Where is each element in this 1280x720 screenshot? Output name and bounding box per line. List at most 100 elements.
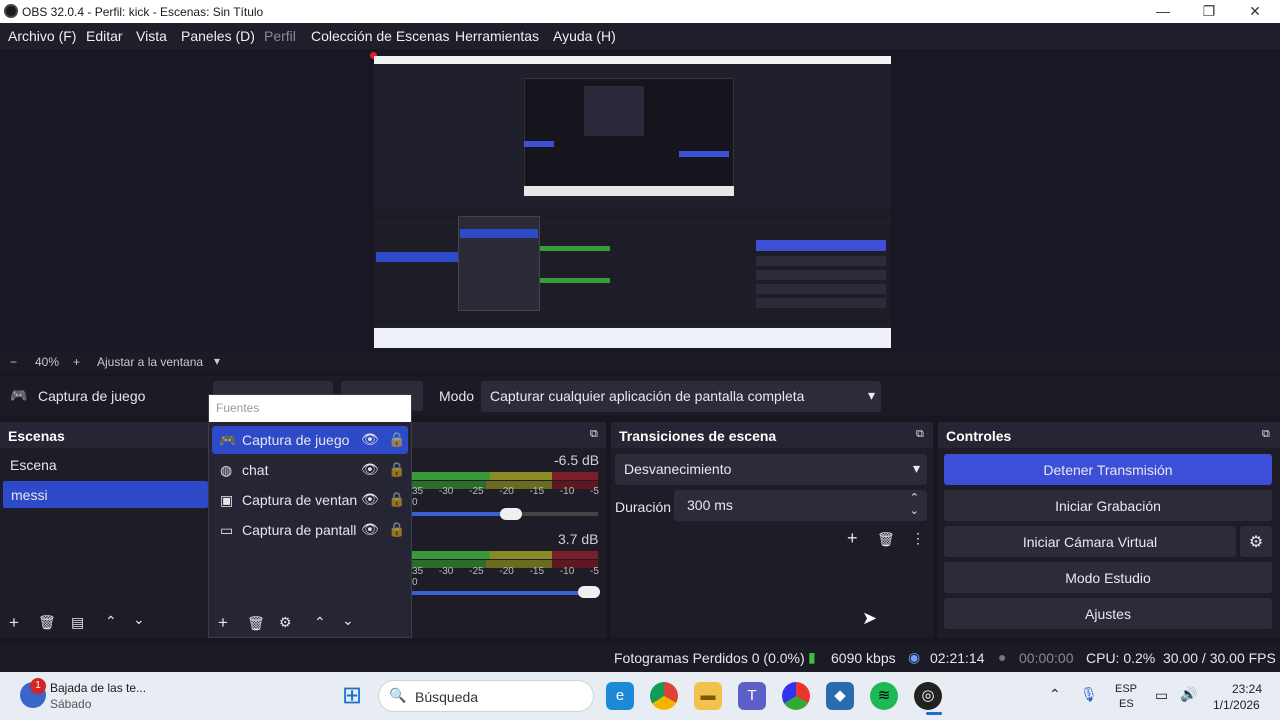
gamepad-icon: 🎮 [10,387,28,403]
menu-paneles[interactable]: Paneles (D) [181,28,255,44]
scene-item[interactable]: Escena [10,457,57,473]
mode-select[interactable]: Capturar cualquier aplicación de pantall… [481,381,881,412]
mode-label: Modo [439,388,475,404]
cursor-icon: ➤ [862,608,878,628]
chrome-icon[interactable] [650,682,678,710]
selected-source-name: Captura de juego [38,388,146,404]
trash-icon[interactable]: 🗑 [247,615,265,632]
menu-bar: Archivo (F) Editar Vista Paneles (D) Per… [0,23,1280,49]
windows-start-icon[interactable]: ⊞ [338,682,366,710]
studio-mode-button[interactable]: Modo Estudio [944,562,1272,593]
notification-title[interactable]: Bajada de las te... [50,681,146,695]
menu-archivo[interactable]: Archivo (F) [8,28,76,44]
filters-icon[interactable]: ▤ [71,614,84,631]
eye-icon[interactable]: 👁 [361,461,379,478]
float-dock-icon[interactable]: ⧉ [1262,428,1270,441]
up-arrow-icon[interactable]: ⌃ [105,613,117,630]
menu-perfil[interactable]: Perfil [264,28,296,44]
source-toolbar: 🎮 Captura de juego Modo Capturar cualqui… [0,376,1280,416]
close-icon[interactable]: ✕ [1240,2,1270,20]
language-primary[interactable]: ESP [1115,683,1137,695]
search-box[interactable]: 🔍 Búsqueda [378,680,594,712]
transitions-dock: Transiciones de escena ⧉ Desvanecimiento… [611,422,933,638]
add-icon[interactable]: + [847,528,858,549]
zoom-fit-label: Ajustar a la ventana [97,355,204,369]
virtual-camera-button[interactable]: Iniciar Cámara Virtual [944,526,1236,557]
mixer-ticks-1: 35 -30 -25 -20 -15 -10 -5 0 [412,486,599,508]
chevron-down-icon[interactable]: ⌄ [910,504,919,517]
menu-vista[interactable]: Vista [136,28,167,44]
window-icon: ▣ [220,492,234,508]
source-item[interactable]: ◍ chat 👁 🔒 [212,456,408,484]
chevron-down-icon: ▾ [912,460,920,476]
window-titlebar: OBS 32.0.4 - Perfil: kick - Escenas: Sin… [0,0,1280,23]
more-icon[interactable]: ⋮ [911,530,925,547]
language-secondary[interactable]: ES [1119,698,1134,710]
edge-icon[interactable]: e [606,682,634,710]
shield-icon[interactable]: ◆ [826,682,854,710]
minimize-icon[interactable]: — [1148,2,1178,20]
clock-date[interactable]: 1/1/2026 [1213,698,1260,712]
obs-taskbar-icon[interactable]: ◎ [914,682,942,710]
volume-icon[interactable]: 🔊 [1180,686,1197,703]
settings-button[interactable]: Ajustes [944,598,1272,629]
source-item[interactable]: ▣ Captura de ventan 👁 🔒 [212,486,408,514]
fps: 30.00 / 30.00 FPS [1163,650,1276,666]
gamepad-icon: 🎮 [219,432,237,448]
record-time: 00:00:00 [1019,650,1074,666]
status-bar: Fotogramas Perdidos 0 (0.0%) ▮ 6090 kbps… [0,643,1280,672]
chevron-up-icon[interactable]: ⌃ [1049,686,1061,703]
zoom-in-button[interactable]: + [73,355,80,369]
start-recording-button[interactable]: Iniciar Grabación [944,490,1272,521]
eye-icon[interactable]: 👁 [361,491,379,508]
menu-ayuda[interactable]: Ayuda (H) [553,28,616,44]
clock-time[interactable]: 23:24 [1232,682,1262,696]
stop-stream-button[interactable]: Detener Transmisión [944,454,1272,485]
volume-slider-2[interactable] [578,586,600,598]
zoom-value: 40% [35,355,60,369]
down-arrow-icon[interactable]: ⌄ [133,611,145,628]
gear-icon[interactable]: ⚙ [1240,526,1272,557]
app-icon[interactable] [782,682,810,710]
folder-icon[interactable]: ▬ [694,682,722,710]
search-icon: 🔍 [389,687,407,703]
menu-coleccion[interactable]: Colección de Escenas [311,28,450,44]
volume-slider-1[interactable] [500,508,522,520]
eye-icon[interactable]: 👁 [361,521,379,538]
eye-icon[interactable]: 👁 [361,431,379,448]
cpu-usage: CPU: 0.2% [1086,650,1156,666]
source-item-selected[interactable]: 🎮 Captura de juego 👁 🔒 [212,426,408,454]
spotify-icon[interactable]: ≋ [870,682,898,710]
add-icon[interactable]: + [218,613,228,633]
chevron-up-icon[interactable]: ⌃ [910,491,919,504]
down-arrow-icon[interactable]: ⌄ [342,612,354,629]
add-icon[interactable]: + [9,613,19,633]
lock-icon[interactable]: 🔒 [388,491,405,508]
search-placeholder: Búsqueda [415,689,479,705]
notification-subtitle: Sábado [50,697,92,711]
teams-icon[interactable]: T [738,682,766,710]
float-dock-icon[interactable]: ⧉ [590,428,598,441]
menu-herramientas[interactable]: Herramientas [455,28,539,44]
transition-select[interactable]: Desvanecimiento ▾ [615,454,927,485]
chevron-down-icon[interactable]: ▾ [214,354,220,368]
lock-icon[interactable]: 🔒 [388,521,405,538]
network-icon[interactable]: ▭ [1155,687,1168,704]
duration-spinbox[interactable]: 300 ms ⌃ ⌄ [674,490,927,521]
zoom-out-button[interactable]: − [10,355,17,369]
lock-icon[interactable]: 🔒 [388,431,405,448]
trash-icon[interactable]: 🗑 [38,614,56,631]
menu-editar[interactable]: Editar [86,28,123,44]
up-arrow-icon[interactable]: ⌃ [314,614,326,631]
scene-item-selected[interactable]: messi [3,481,208,508]
source-item[interactable]: ▭ Captura de pantall 👁 🔒 [212,516,408,544]
lock-icon[interactable]: 🔒 [388,461,405,478]
stream-time: 02:21:14 [930,650,985,666]
sources-title: Fuentes [209,395,411,422]
maximize-icon[interactable]: ❐ [1194,2,1224,20]
microphone-icon[interactable]: 🎙 [1080,686,1098,703]
float-dock-icon[interactable]: ⧉ [916,428,924,441]
gear-icon[interactable]: ⚙ [279,614,292,631]
trash-icon[interactable]: 🗑 [877,531,895,548]
controls-dock: Controles ⧉ Detener Transmisión Iniciar … [938,422,1280,638]
